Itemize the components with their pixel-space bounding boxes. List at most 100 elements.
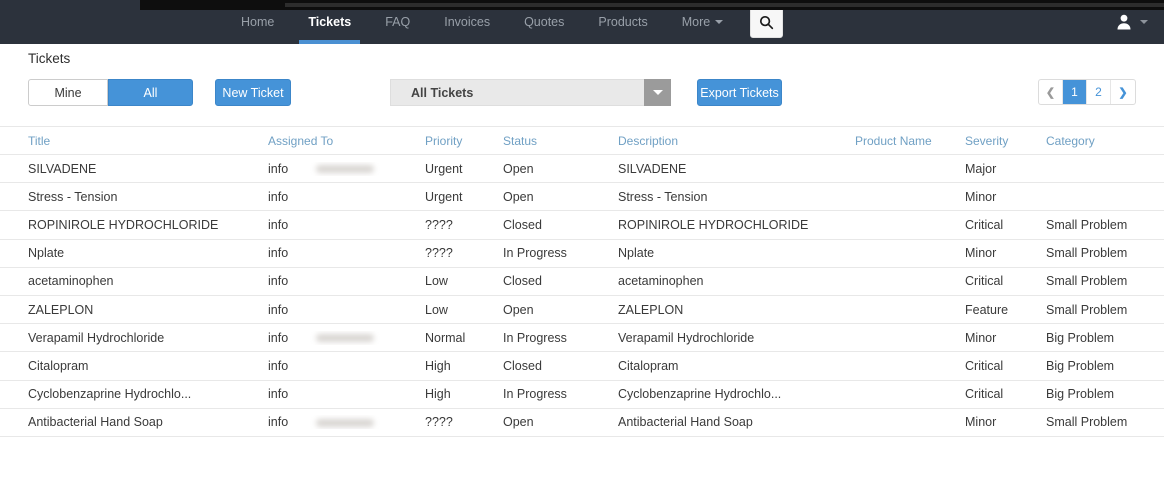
column-header-assigned-to[interactable]: Assigned To: [268, 134, 425, 148]
page-title: Tickets: [28, 51, 71, 66]
cell-assigned-to: info: [268, 387, 289, 402]
toolbar: Mine All New Ticket All Tickets Export T…: [0, 79, 1164, 106]
cell-assigned-to: info: [268, 331, 425, 345]
cell-description: Verapamil Hydrochloride: [618, 330, 755, 345]
column-header-description[interactable]: Description: [618, 134, 855, 148]
column-header-product-name[interactable]: Product Name: [855, 134, 965, 148]
column-header-category[interactable]: Category: [1046, 134, 1164, 148]
cell-description: Citalopram: [618, 358, 679, 373]
user-icon: [1117, 14, 1131, 30]
redacted-text-blur: [316, 418, 375, 427]
cell-title[interactable]: SILVADENE: [28, 162, 268, 176]
cell-status: Closed: [503, 217, 542, 232]
cell-status: Closed: [503, 358, 542, 373]
cell-assigned-to: info: [268, 415, 425, 429]
cell-severity: Feature: [965, 302, 1009, 317]
cell-severity: Minor: [965, 189, 997, 204]
export-tickets-button[interactable]: Export Tickets: [697, 79, 782, 106]
cell-status: Open: [503, 302, 534, 317]
cell-title[interactable]: Citalopram: [28, 359, 268, 373]
cell-severity: Minor: [965, 330, 997, 345]
ticket-filter-value: All Tickets: [411, 85, 474, 100]
cell-title[interactable]: Nplate: [28, 246, 268, 260]
table-row[interactable]: Antibacterial Hand Soap info ???? Open A…: [0, 409, 1164, 437]
pagination: ❮ 1 2 ❯: [1038, 79, 1136, 105]
cell-severity: Minor: [965, 415, 997, 430]
cell-severity: Critical: [965, 387, 1004, 402]
cell-severity: Minor: [965, 246, 997, 261]
cell-assigned-to: info: [268, 358, 289, 373]
cell-description: Cyclobenzaprine Hydrochlo...: [618, 387, 782, 402]
cell-description: Antibacterial Hand Soap: [618, 415, 753, 430]
table-row[interactable]: Citalopram info High Closed Citalopram C…: [0, 352, 1164, 381]
cell-priority: High: [425, 358, 451, 373]
table-row[interactable]: Verapamil Hydrochloride info Normal In P…: [0, 324, 1164, 353]
table-row[interactable]: Stress - Tension info Urgent Open Stress…: [0, 183, 1164, 212]
cell-status: Open: [503, 161, 534, 176]
cell-category: Small Problem: [1046, 246, 1128, 261]
cell-category: Small Problem: [1046, 415, 1128, 430]
pagination-page-1[interactable]: 1: [1063, 80, 1087, 104]
caret-down-icon: [652, 90, 663, 95]
table-row[interactable]: ROPINIROLE HYDROCHLORIDE info ???? Close…: [0, 211, 1164, 240]
caret-down-icon: [715, 20, 724, 24]
cell-title[interactable]: acetaminophen: [28, 274, 268, 288]
search-icon: [760, 15, 774, 29]
cell-priority: Urgent: [425, 161, 463, 176]
cell-title[interactable]: Verapamil Hydrochloride: [28, 331, 268, 345]
cell-title[interactable]: ZALEPLON: [28, 303, 268, 317]
cell-category: Small Problem: [1046, 217, 1128, 232]
cell-assigned-to: info: [268, 189, 289, 204]
cell-priority: ????: [425, 415, 453, 430]
cell-priority: Low: [425, 274, 448, 289]
pagination-next-icon[interactable]: ❯: [1111, 80, 1135, 104]
cell-description: Stress - Tension: [618, 189, 708, 204]
cell-priority: Low: [425, 302, 448, 317]
column-header-priority[interactable]: Priority: [425, 134, 503, 148]
cell-category: Big Problem: [1046, 330, 1115, 345]
pagination-page-2[interactable]: 2: [1087, 80, 1111, 104]
column-header-status[interactable]: Status: [503, 134, 618, 148]
redacted-text-blur: [316, 165, 375, 174]
redacted-text-blur: [316, 334, 375, 343]
select-caret-button[interactable]: [644, 79, 671, 106]
cell-assigned-to: info: [268, 217, 289, 232]
cell-title[interactable]: Stress - Tension: [28, 190, 268, 204]
table-row[interactable]: ZALEPLON info Low Open ZALEPLON Feature …: [0, 296, 1164, 325]
cell-priority: High: [425, 387, 451, 402]
cell-priority: Normal: [425, 330, 466, 345]
cell-status: In Progress: [503, 387, 567, 402]
cell-status: Open: [503, 415, 534, 430]
cell-category: Small Problem: [1046, 302, 1128, 317]
tickets-table: Title Assigned To Priority Status Descri…: [0, 126, 1164, 437]
window-top-strip-highlight: [285, 3, 1164, 7]
cell-description: Nplate: [618, 246, 655, 261]
table-row[interactable]: acetaminophen info Low Closed acetaminop…: [0, 268, 1164, 296]
table-row[interactable]: Nplate info ???? In Progress Nplate Mino…: [0, 240, 1164, 268]
cell-title[interactable]: ROPINIROLE HYDROCHLORIDE: [28, 218, 268, 232]
new-ticket-button[interactable]: New Ticket: [215, 79, 291, 106]
all-button[interactable]: All: [108, 79, 193, 106]
cell-status: In Progress: [503, 330, 567, 345]
cell-title[interactable]: Antibacterial Hand Soap: [28, 415, 268, 429]
mine-all-toggle: Mine All: [28, 79, 193, 106]
pagination-prev-icon[interactable]: ❮: [1039, 80, 1063, 104]
cell-title[interactable]: Cyclobenzaprine Hydrochlo...: [28, 387, 268, 401]
table-row[interactable]: Cyclobenzaprine Hydrochlo... info High I…: [0, 381, 1164, 409]
cell-description: SILVADENE: [618, 161, 687, 176]
cell-severity: Critical: [965, 274, 1004, 289]
column-header-title[interactable]: Title: [28, 134, 268, 148]
cell-severity: Major: [965, 161, 997, 176]
cell-assigned-to: info: [268, 302, 289, 317]
table-row[interactable]: SILVADENE info Urgent Open SILVADENE Maj…: [0, 155, 1164, 184]
cell-description: ZALEPLON: [618, 302, 684, 317]
search-button[interactable]: [750, 6, 784, 38]
ticket-filter-select[interactable]: All Tickets: [390, 79, 671, 106]
cell-assigned-to: info: [268, 274, 289, 289]
cell-status: Open: [503, 189, 534, 204]
window-top-strip: [140, 0, 1164, 10]
cell-severity: Critical: [965, 358, 1004, 373]
column-header-severity[interactable]: Severity: [965, 134, 1046, 148]
cell-category: Big Problem: [1046, 358, 1115, 373]
mine-button[interactable]: Mine: [28, 79, 108, 106]
